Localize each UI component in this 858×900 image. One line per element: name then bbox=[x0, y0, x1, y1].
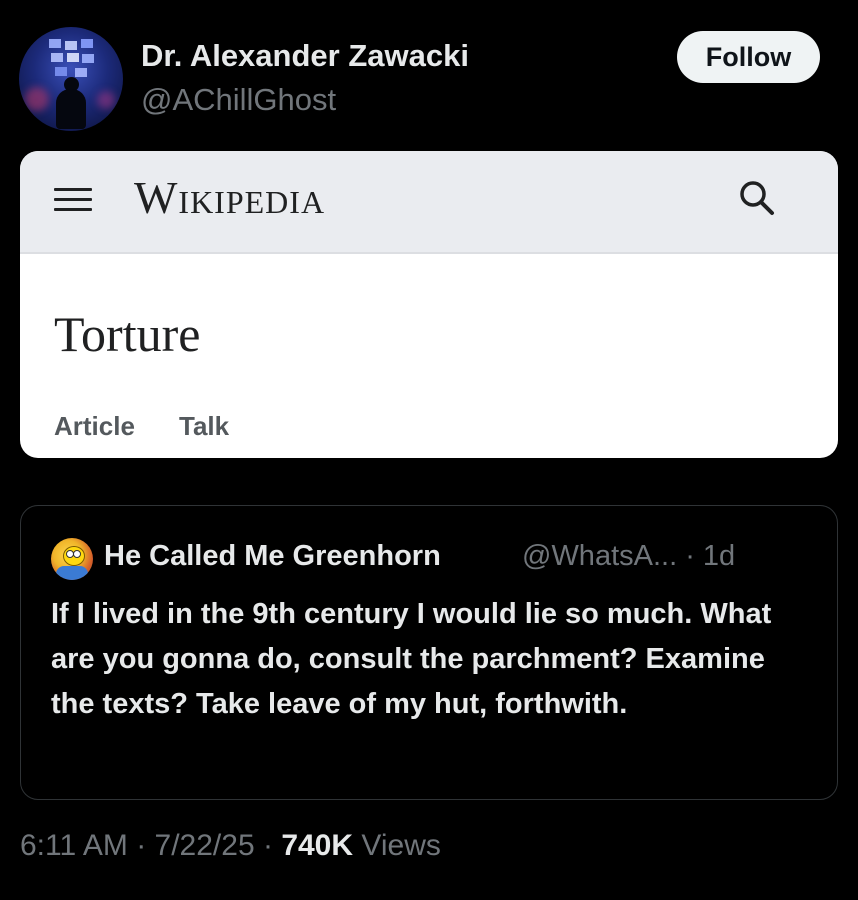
author-handle[interactable]: @AChillGhost bbox=[141, 82, 336, 118]
quoted-author-avatar bbox=[51, 538, 93, 580]
quoted-author-name: He Called Me Greenhorn bbox=[104, 540, 441, 572]
wikipedia-header: Wikipedia bbox=[20, 151, 838, 254]
meta-separator: · bbox=[136, 829, 147, 862]
tab-article: Article bbox=[54, 411, 135, 441]
hamburger-menu-icon bbox=[54, 182, 92, 214]
post-time[interactable]: 6:11 AM bbox=[20, 829, 128, 862]
post-date[interactable]: 7/22/25 bbox=[155, 829, 255, 862]
quoted-post-text: If I lived in the 9th century I would li… bbox=[51, 598, 772, 720]
follow-button[interactable]: Follow bbox=[677, 31, 820, 83]
views-count: 740K bbox=[281, 829, 354, 862]
quoted-post[interactable]: He Called Me Greenhorn @WhatsA... · 1d I… bbox=[20, 505, 838, 800]
author-display-name[interactable]: Dr. Alexander Zawacki bbox=[141, 38, 469, 74]
post-meta: 6:11 AM · 7/22/25 · 740K Views bbox=[20, 829, 441, 863]
quoted-author-meta: @WhatsA... · 1d bbox=[522, 540, 736, 572]
wikipedia-image-card[interactable]: Wikipedia Torture Article Talk bbox=[20, 151, 838, 458]
search-icon bbox=[740, 181, 774, 215]
wikipedia-logo: Wikipedia bbox=[134, 172, 326, 223]
article-title: Torture bbox=[54, 306, 201, 362]
author-avatar[interactable] bbox=[19, 27, 123, 131]
meta-separator: · bbox=[262, 829, 273, 862]
views-label: Views bbox=[361, 829, 441, 862]
tab-talk: Talk bbox=[179, 411, 230, 441]
